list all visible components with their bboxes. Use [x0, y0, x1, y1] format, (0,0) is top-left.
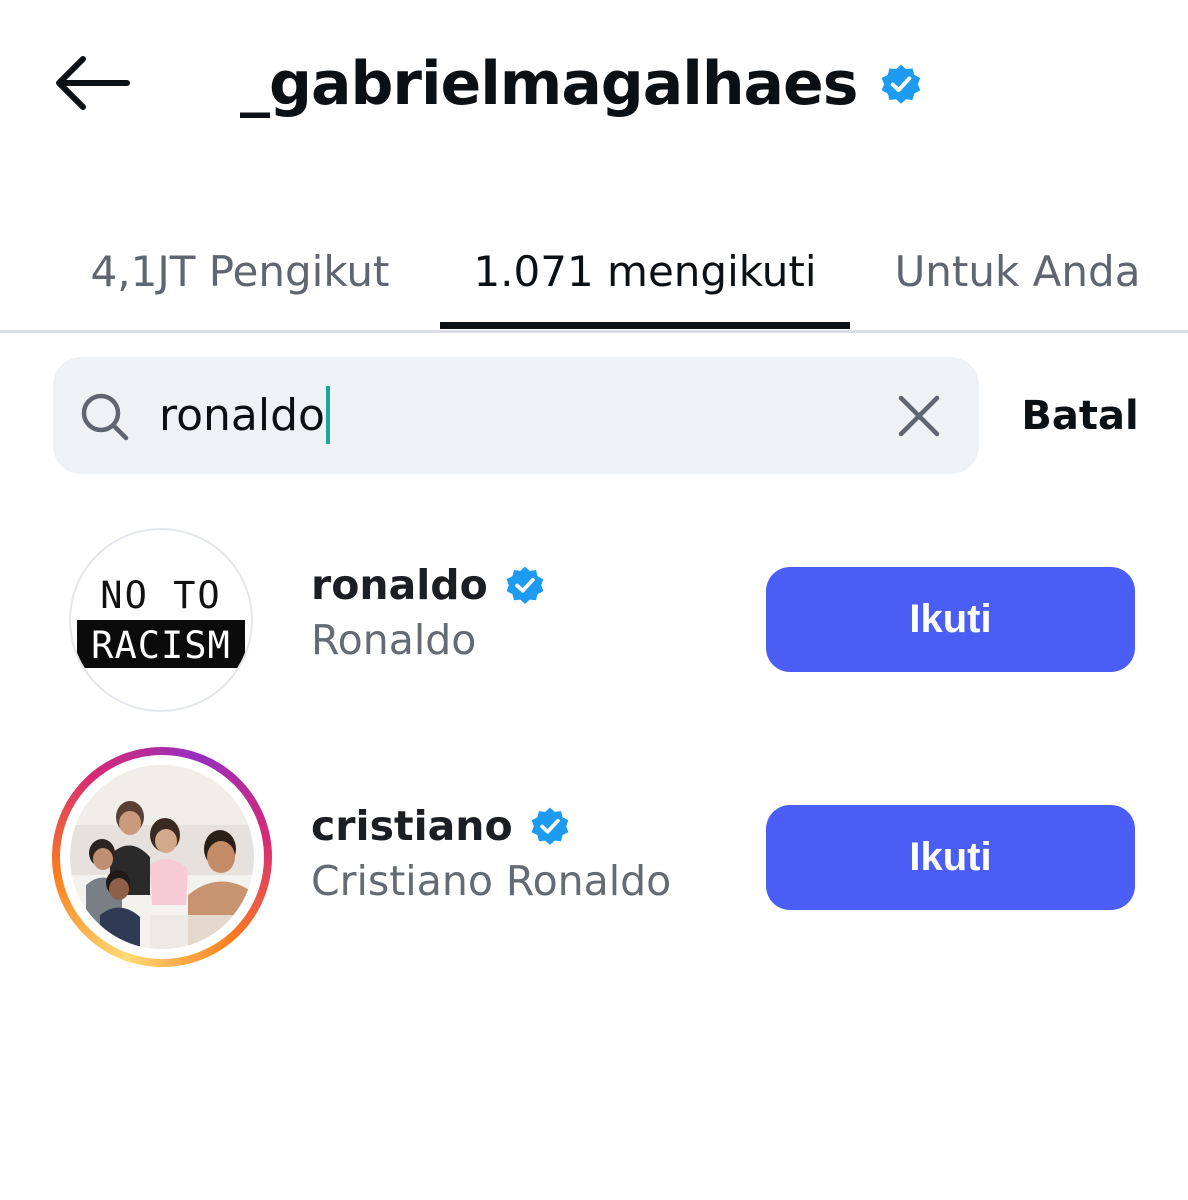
list-item[interactable]: cristiano Cristiano Ronaldo Ikuti: [0, 747, 1188, 967]
user-info: cristiano Cristiano Ronaldo: [311, 799, 671, 905]
result-full-name: Ronaldo: [311, 616, 477, 664]
verified-badge-icon: [531, 807, 569, 845]
avatar[interactable]: NO TO RACISM: [69, 528, 253, 712]
profile-username: _gabrielmagalhaes: [240, 49, 858, 119]
user-info: ronaldo Ronaldo: [311, 558, 546, 664]
arrow-left-icon: [56, 56, 130, 110]
avatar: [70, 765, 254, 949]
follow-button[interactable]: Ikuti: [766, 805, 1135, 910]
avatar-text-bottom: RACISM: [91, 624, 231, 667]
verified-badge-icon: [506, 566, 544, 604]
result-full-name: Cristiano Ronaldo: [311, 857, 672, 905]
search-input[interactable]: ronaldo: [53, 357, 979, 474]
profile-header-title: _gabrielmagalhaes: [240, 44, 923, 124]
close-icon[interactable]: [893, 390, 945, 442]
text-cursor: [325, 386, 330, 444]
back-button[interactable]: [50, 48, 134, 118]
active-tab-indicator: [440, 322, 850, 329]
tab-bar: 4,1JT Pengikut 1.071 mengikuti Untuk And…: [0, 212, 1188, 333]
story-ring[interactable]: [52, 747, 272, 967]
tab-for-you[interactable]: Untuk Anda: [880, 212, 1155, 330]
list-item[interactable]: NO TO RACISM ronaldo Ronaldo Ikuti: [0, 510, 1188, 730]
tab-following[interactable]: 1.071 mengikuti: [440, 212, 850, 330]
search-icon: [81, 393, 129, 441]
cancel-button[interactable]: Batal: [1000, 370, 1160, 462]
result-username: ronaldo: [311, 561, 488, 609]
following-list-screen: _gabrielmagalhaes 4,1JT Pengikut 1.071 m…: [0, 0, 1188, 1200]
verified-badge-icon: [882, 64, 921, 104]
family-photo: [70, 765, 254, 949]
avatar-text-top: NO TO: [100, 574, 221, 617]
no-to-racism-logo: NO TO RACISM: [77, 574, 245, 668]
search-input-value: ronaldo: [159, 389, 325, 441]
follow-button[interactable]: Ikuti: [766, 567, 1135, 672]
result-username: cristiano: [311, 802, 513, 850]
tab-followers[interactable]: 4,1JT Pengikut: [70, 212, 410, 330]
